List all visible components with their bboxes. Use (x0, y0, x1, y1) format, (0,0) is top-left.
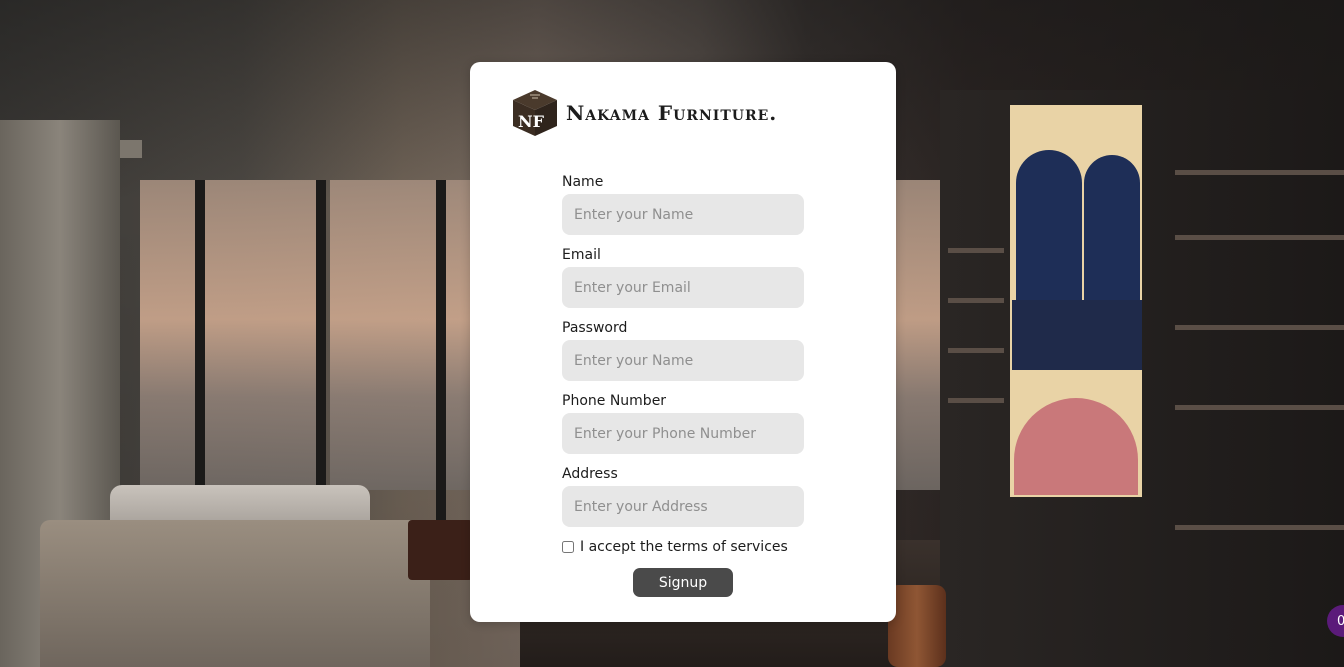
name-label: Name (562, 174, 604, 190)
shelf-board (1175, 525, 1344, 530)
email-label: Email (562, 247, 601, 263)
brand-logo: NF Nakama Furniture. (510, 88, 777, 138)
svg-text:NF: NF (518, 112, 545, 131)
shelf-board (1175, 405, 1344, 410)
cube-logo-icon: NF (513, 90, 557, 136)
phone-label: Phone Number (562, 393, 667, 409)
window-mullion (436, 180, 446, 520)
password-label: Password (562, 320, 628, 336)
address-input[interactable] (562, 486, 804, 527)
painting-band (1012, 300, 1142, 370)
side-table (408, 520, 473, 580)
sofa (40, 520, 430, 667)
shelf-board (1175, 325, 1344, 330)
pillar-cap (120, 140, 142, 158)
shelf-board (1175, 170, 1344, 175)
signup-form: Name Email Password Phone Number Address… (562, 174, 804, 597)
terms-row[interactable]: I accept the terms of services (562, 539, 804, 555)
window-mullion (195, 180, 205, 520)
window-pane-left (140, 180, 320, 490)
signup-card: NF Nakama Furniture. Name Email Password… (470, 62, 896, 622)
shelf-board (1175, 235, 1344, 240)
shelf-board (948, 398, 1004, 403)
painting-arch (1084, 155, 1140, 315)
window-pane-right (896, 180, 946, 490)
signup-button[interactable]: Signup (633, 568, 733, 597)
brand-name: Nakama Furniture. (566, 101, 778, 125)
shelf-board (948, 298, 1004, 303)
painting-arch (1016, 150, 1082, 310)
terms-checkbox[interactable] (562, 541, 574, 553)
password-input[interactable] (562, 340, 804, 381)
bookshelf-wall (940, 90, 1344, 667)
window-mullion (316, 180, 326, 520)
name-input[interactable] (562, 194, 804, 235)
email-input[interactable] (562, 267, 804, 308)
window-pane-middle (330, 180, 470, 490)
phone-input[interactable] (562, 413, 804, 454)
wood-stool (888, 585, 946, 667)
address-label: Address (562, 466, 618, 482)
shelf-board (948, 348, 1004, 353)
terms-label: I accept the terms of services (580, 539, 788, 555)
shelf-board (948, 248, 1004, 253)
